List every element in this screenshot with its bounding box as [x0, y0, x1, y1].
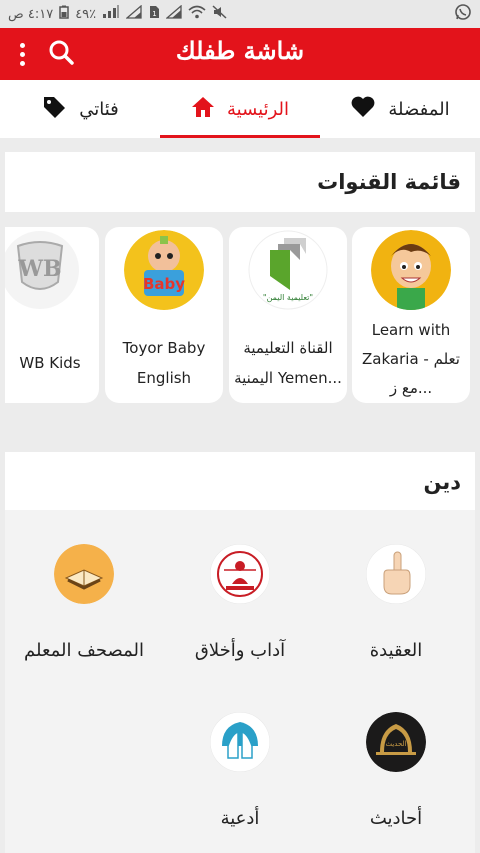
status-left: ٤:١٧ ص ٤٩٪ 1 — [8, 4, 228, 23]
category-item[interactable]: آداب وأخلاق — [165, 544, 315, 661]
category-label: آداب وأخلاق — [194, 640, 286, 661]
category-header: دين — [5, 452, 475, 510]
signal-icon — [102, 5, 120, 23]
scales-book-icon — [210, 544, 270, 604]
home-icon — [191, 96, 215, 123]
tab-my-categories[interactable]: فئاتي — [0, 80, 160, 138]
channel-logo: WB — [5, 230, 80, 310]
wifi-icon — [188, 5, 206, 23]
status-bar: ٤:١٧ ص ٤٩٪ 1 — [0, 0, 480, 28]
tag-icon — [41, 94, 67, 125]
category-item[interactable]: المصحف المعلم — [9, 544, 159, 661]
app-bar: شاشة طفلك — [0, 28, 480, 80]
category-label: أحاديث — [369, 808, 423, 829]
section-title: دين — [423, 470, 461, 494]
channel-card[interactable]: WB WB Kids — [5, 227, 99, 403]
category-label: العقيدة — [369, 640, 423, 661]
section-title: قائمة القنوات — [317, 170, 461, 194]
channel-card[interactable]: Learn with Zakaria - تعلم مع ز... — [352, 227, 470, 403]
category-item[interactable]: الحديث أحاديث — [321, 712, 471, 829]
channel-name: WB Kids — [19, 354, 81, 372]
whatsapp-icon — [454, 3, 472, 25]
battery-percent: ٤٩٪ — [75, 6, 97, 22]
category-grid: العقيدة آداب وأخلاق المصحف المعلم الحديث… — [5, 510, 475, 853]
category-item[interactable]: أدعية — [165, 712, 315, 829]
mute-icon — [212, 5, 228, 23]
channel-name: القناة التعليمية اليمنية Yemen... — [234, 339, 342, 387]
channel-logo: "تعليمية اليمن" — [248, 230, 328, 310]
channels-section: قائمة القنوات Learn with Zakaria - تعلم … — [5, 152, 475, 412]
tab-label: فئاتي — [79, 98, 119, 120]
tab-label: المفضلة — [388, 98, 450, 120]
raised-finger-icon — [366, 544, 426, 604]
praying-hands-icon — [210, 712, 270, 772]
battery-icon — [59, 5, 69, 23]
category-item[interactable]: العقيدة — [321, 544, 471, 661]
channel-name: Toyor Baby English — [122, 339, 206, 387]
channels-header: قائمة القنوات — [5, 152, 475, 212]
channel-name: Learn with Zakaria - تعلم مع ز... — [362, 321, 460, 397]
status-time: ٤:١٧ ص — [8, 6, 54, 22]
svg-text:الحديث: الحديث — [385, 740, 406, 748]
sim-icon: 1 — [148, 5, 160, 23]
channel-card[interactable]: Baby Toyor Baby English — [105, 227, 223, 403]
quran-icon — [54, 544, 114, 604]
tab-favorites[interactable]: المفضلة — [320, 80, 480, 138]
mosque-dome-icon: الحديث — [366, 712, 426, 772]
app-title: شاشة طفلك — [175, 36, 305, 65]
channel-card[interactable]: "تعليمية اليمن" القناة التعليمية اليمنية… — [229, 227, 347, 403]
signal-icon-3 — [165, 4, 182, 23]
tab-home[interactable]: الرئيسية — [160, 80, 320, 138]
channel-logo: Baby — [124, 230, 204, 310]
category-label: المصحف المعلم — [24, 640, 144, 661]
heart-icon — [350, 95, 376, 124]
channel-logo — [371, 230, 451, 310]
religion-section: دين العقيدة آداب وأخلاق المصحف المعلم ال… — [5, 452, 475, 853]
category-label: أدعية — [220, 808, 260, 829]
signal-icon-2 — [125, 4, 142, 23]
svg-text:WB: WB — [17, 256, 61, 282]
svg-text:"تعليمية اليمن": "تعليمية اليمن" — [263, 293, 313, 302]
tab-label: الرئيسية — [227, 98, 289, 120]
svg-text:1: 1 — [152, 10, 156, 18]
svg-text:Baby: Baby — [143, 275, 185, 293]
channels-list[interactable]: Learn with Zakaria - تعلم مع ز... "تعليم… — [5, 212, 475, 412]
tab-bar: فئاتي الرئيسية المفضلة — [0, 80, 480, 138]
